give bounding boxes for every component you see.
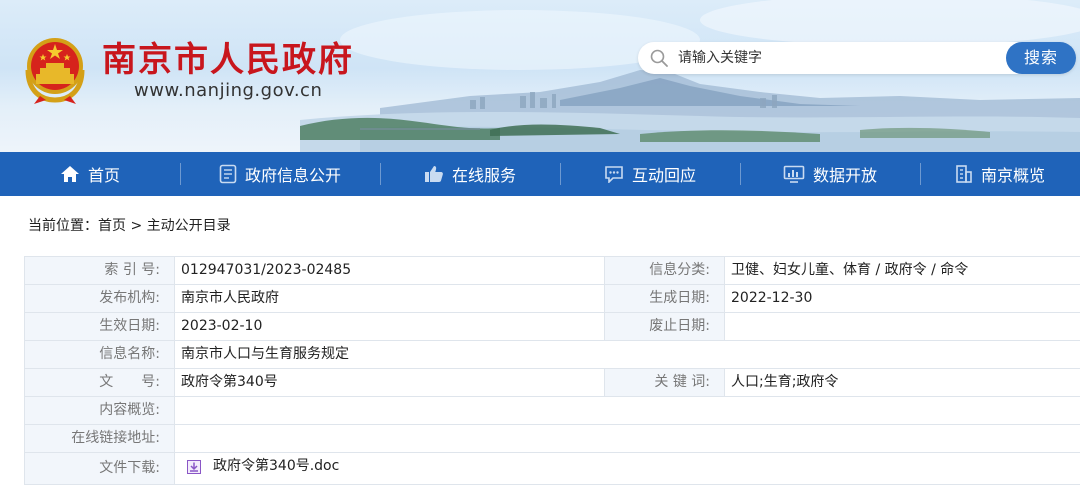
- index-number-label: 索 引 号:: [25, 257, 175, 285]
- nav-item-label: 互动回应: [632, 162, 696, 186]
- document-number-value: 政府令第340号: [175, 369, 605, 397]
- breadcrumb-home-link[interactable]: 首页: [98, 218, 126, 234]
- summary-value: [175, 397, 1080, 425]
- table-row: 文 号: 政府令第340号 关 键 词: 人口;生育;政府令: [25, 369, 1080, 397]
- search-icon: [650, 49, 668, 67]
- effective-date-label: 生效日期:: [25, 313, 175, 341]
- document-icon: [219, 164, 237, 184]
- download-icon: [187, 460, 201, 474]
- national-emblem-icon: [22, 34, 88, 106]
- nav-item-label: 南京概览: [981, 162, 1045, 186]
- table-row: 发布机构: 南京市人民政府 生成日期: 2022-12-30: [25, 285, 1080, 313]
- online-link-label: 在线链接地址:: [25, 425, 175, 453]
- breadcrumb-prefix: 当前位置：: [28, 218, 98, 234]
- table-row: 信息名称: 南京市人口与生育服务规定: [25, 341, 1080, 369]
- index-number-value: 012947031/2023-02485: [175, 257, 605, 285]
- main-nav: 首页 政府信息公开 在线服务 互动回应 数据开放: [0, 152, 1080, 196]
- online-link-value: [175, 425, 1080, 453]
- file-download-cell: 政府令第340号.doc: [175, 453, 1080, 485]
- file-download-name: 政府令第340号.doc: [213, 453, 339, 480]
- keywords-label: 关 键 词:: [605, 369, 725, 397]
- info-name-label: 信息名称:: [25, 341, 175, 369]
- table-row: 生效日期: 2023-02-10 废止日期:: [25, 313, 1080, 341]
- table-row: 内容概览:: [25, 397, 1080, 425]
- document-info-table: 索 引 号: 012947031/2023-02485 信息分类: 卫健、妇女儿…: [24, 256, 1080, 485]
- category-label: 信息分类:: [605, 257, 725, 285]
- created-date-label: 生成日期:: [605, 285, 725, 313]
- info-name-value: 南京市人口与生育服务规定: [175, 341, 1080, 369]
- file-download-link[interactable]: 政府令第340号.doc: [181, 453, 339, 480]
- keywords-value: 人口;生育;政府令: [725, 369, 1080, 397]
- breadcrumb-current[interactable]: 主动公开目录: [147, 218, 231, 234]
- nav-item-interaction[interactable]: 互动回应: [560, 152, 740, 196]
- breadcrumb-separator: >: [126, 218, 147, 234]
- site-title: 南京市人民政府: [102, 40, 354, 80]
- nav-item-gov-info[interactable]: 政府信息公开: [180, 152, 380, 196]
- table-row: 文件下载: 政府令第340号.doc: [25, 453, 1080, 485]
- search-box: 搜索: [638, 42, 1076, 74]
- document-number-label: 文 号:: [25, 369, 175, 397]
- site-header: 南京市人民政府 www.nanjing.gov.cn 搜索: [0, 0, 1080, 152]
- nav-item-label: 首页: [88, 162, 120, 186]
- created-date-value: 2022-12-30: [725, 285, 1080, 313]
- table-row: 在线链接地址:: [25, 425, 1080, 453]
- search-button[interactable]: 搜索: [1006, 42, 1076, 74]
- table-row: 索 引 号: 012947031/2023-02485 信息分类: 卫健、妇女儿…: [25, 257, 1080, 285]
- nav-item-label: 在线服务: [452, 162, 516, 186]
- breadcrumb: 当前位置：首页 > 主动公开目录: [28, 216, 231, 236]
- repeal-date-label: 废止日期:: [605, 313, 725, 341]
- home-icon: [60, 165, 80, 183]
- nav-item-home[interactable]: 首页: [0, 152, 180, 196]
- publisher-label: 发布机构:: [25, 285, 175, 313]
- monitor-icon: [783, 165, 805, 183]
- search-input[interactable]: [678, 42, 998, 74]
- publisher-value: 南京市人民政府: [175, 285, 605, 313]
- nav-item-online-services[interactable]: 在线服务: [380, 152, 560, 196]
- repeal-date-value: [725, 313, 1080, 341]
- thumbs-up-icon: [424, 165, 444, 183]
- building-icon: [955, 164, 973, 184]
- nav-item-label: 政府信息公开: [245, 162, 341, 186]
- file-download-label: 文件下载:: [25, 453, 175, 485]
- summary-label: 内容概览:: [25, 397, 175, 425]
- nav-item-nanjing-overview[interactable]: 南京概览: [920, 152, 1080, 196]
- category-value: 卫健、妇女儿童、体育 / 政府令 / 命令: [725, 257, 1080, 285]
- effective-date-value: 2023-02-10: [175, 313, 605, 341]
- nav-item-open-data[interactable]: 数据开放: [740, 152, 920, 196]
- nav-item-label: 数据开放: [813, 162, 877, 186]
- site-url: www.nanjing.gov.cn: [134, 80, 322, 102]
- chat-icon: [604, 165, 624, 183]
